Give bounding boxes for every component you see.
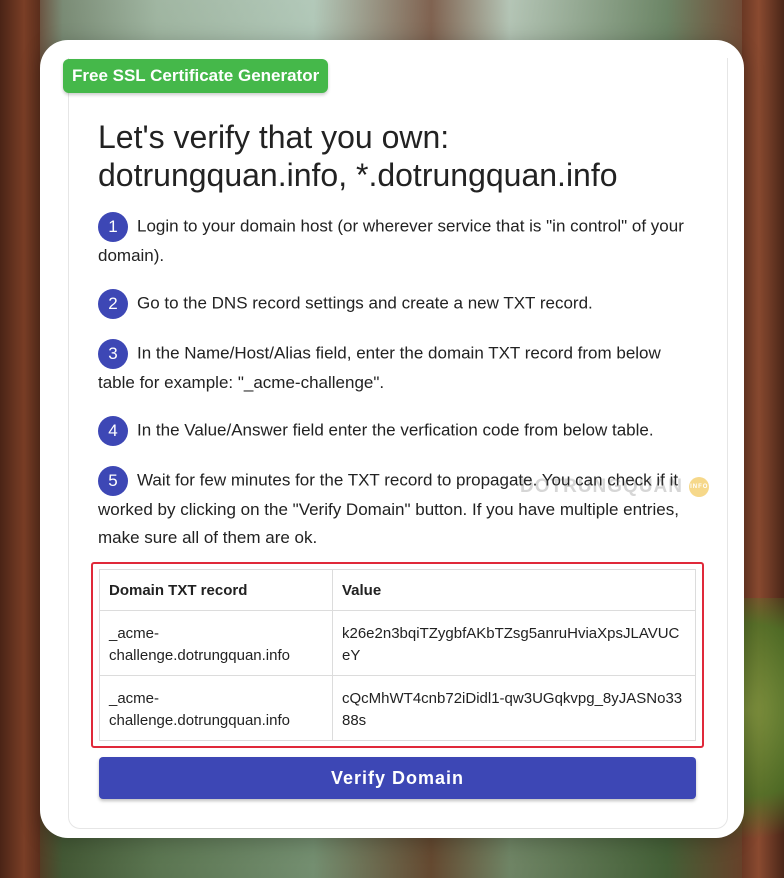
record-name-cell[interactable]: _acme-challenge.dotrungquan.info <box>99 610 333 676</box>
column-header-record: Domain TXT record <box>99 569 333 611</box>
table-row: _acme-challenge.dotrungquan.info cQcMhWT… <box>99 675 696 741</box>
verify-domain-button[interactable]: Verify Domain <box>99 757 696 799</box>
step-number-badge: 1 <box>98 212 128 242</box>
step-text: In the Value/Answer field enter the verf… <box>137 420 654 440</box>
generator-tag: Free SSL Certificate Generator <box>63 59 329 93</box>
page-title: Let's verify that you own: dotrungquan.i… <box>98 118 718 194</box>
step-number-badge: 5 <box>98 466 128 496</box>
title-line-2: dotrungquan.info, *.dotrungquan.info <box>98 157 618 193</box>
watermark-text: DOTRUNGQUAN <box>520 476 683 497</box>
step-text: In the Name/Host/Alias field, enter the … <box>98 343 661 392</box>
step-number-badge: 4 <box>98 416 128 446</box>
watermark-badge: INFO <box>689 476 710 497</box>
column-header-value: Value <box>332 569 696 611</box>
record-value-cell[interactable]: k26e2n3bqiTZygbfAKbTZsg5anruHviaXpsJLAVU… <box>332 610 696 676</box>
step-number-badge: 2 <box>98 289 128 319</box>
step-2: 2 Go to the DNS record settings and creat… <box>98 289 696 319</box>
step-3: 3 In the Name/Host/Alias field, enter the… <box>98 339 696 397</box>
watermark: DOTRUNGQUAN INFO <box>520 476 710 498</box>
step-text: Go to the DNS record settings and create… <box>137 293 593 313</box>
table-header-row: Domain TXT record Value <box>99 569 696 611</box>
step-number-badge: 3 <box>98 339 128 369</box>
step-1: 1 Login to your domain host (or wherever … <box>98 212 696 270</box>
table-row: _acme-challenge.dotrungquan.info k26e2n3… <box>99 610 696 676</box>
title-line-1: Let's verify that you own: <box>98 119 450 155</box>
step-text: Login to your domain host (or wherever s… <box>98 216 684 265</box>
txt-records-table: Domain TXT record Value _acme-challenge.… <box>99 569 696 741</box>
step-4: 4 In the Value/Answer field enter the ver… <box>98 416 696 446</box>
record-name-cell[interactable]: _acme-challenge.dotrungquan.info <box>99 675 333 741</box>
background-tree-left <box>0 0 40 878</box>
record-value-cell[interactable]: cQcMhWT4cnb72iDidl1-qw3UGqkvpg_8yJASNo33… <box>332 675 696 741</box>
